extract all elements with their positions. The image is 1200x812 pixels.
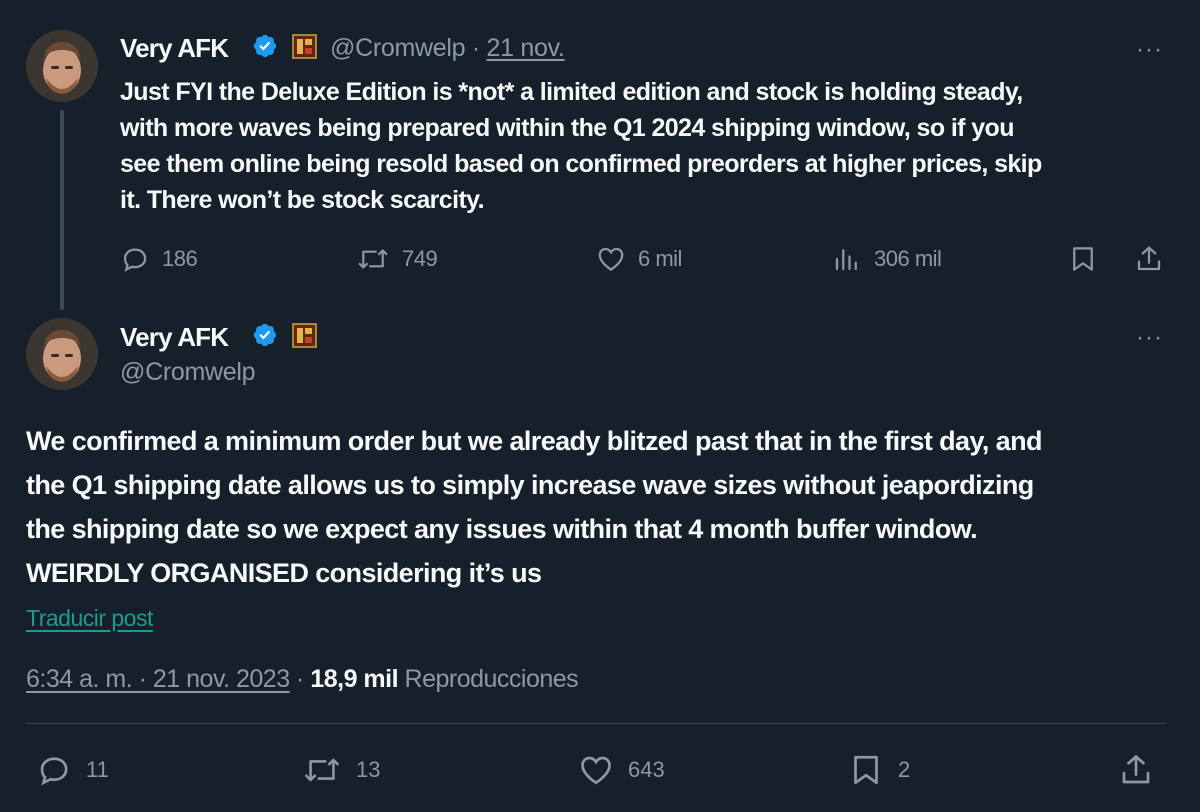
heart-icon [581, 756, 611, 785]
author-handle[interactable]: @Cromwelp [330, 34, 466, 62]
like-button[interactable]: 6 mil [596, 244, 682, 274]
reply-count: 11 [86, 757, 109, 782]
reply-count: 186 [162, 246, 198, 271]
analytics-icon [835, 249, 857, 271]
bookmark-icon [854, 755, 878, 785]
avatar[interactable] [26, 318, 98, 390]
meta-separator: · [465, 34, 487, 62]
more-options-button[interactable]: ··· [1136, 38, 1163, 62]
repost-count: 13 [356, 757, 381, 782]
bookmark-button[interactable]: 2 [848, 752, 910, 788]
repost-button[interactable]: 13 [302, 752, 380, 788]
repost-icon [304, 758, 340, 782]
tweet-text: Just FYI the Deluxe Edition is *not* a l… [120, 74, 1180, 218]
game-affiliate-icon[interactable] [292, 323, 317, 348]
tweet-text-line: with more waves being prepared within th… [120, 114, 1015, 142]
author-handle[interactable]: @Cromwelp [120, 358, 256, 387]
views-count: 306 mil [874, 246, 942, 271]
like-button[interactable]: 643 [578, 752, 665, 788]
reply-icon [40, 757, 68, 786]
avatar[interactable] [26, 30, 98, 102]
tweet-meta: 6:34 a. m. · 21 nov. 2023 · 18,9 mil Rep… [26, 665, 579, 694]
reply-icon [123, 248, 147, 272]
share-icon [1137, 246, 1161, 271]
share-button[interactable] [1118, 752, 1154, 788]
game-affiliate-icon[interactable] [292, 34, 317, 59]
translate-post-link[interactable]: Traducir post [26, 605, 153, 632]
views-button[interactable]: 306 mil [832, 244, 942, 274]
share-button[interactable] [1134, 244, 1164, 274]
tweet-text-line: We confirmed a minimum order but we alre… [26, 426, 1042, 456]
thread-connector-line [60, 110, 64, 310]
tweet-text-line: see them online being resold based on co… [120, 150, 1042, 178]
tweet-text-line: Just FYI the Deluxe Edition is *not* a l… [120, 78, 1023, 106]
tweet-text-line: the shipping date so we expect any issue… [26, 514, 978, 544]
tweet-text-line: WEIRDLY ORGANISED considering it’s us [26, 558, 542, 588]
like-count: 6 mil [638, 246, 682, 271]
repost-button[interactable]: 749 [356, 244, 438, 274]
tweet-text-line: it. There won’t be stock scarcity. [120, 186, 485, 214]
more-options-button[interactable]: ··· [1136, 326, 1163, 350]
bookmark-icon [1073, 247, 1093, 271]
repost-icon [358, 249, 388, 269]
divider [26, 723, 1166, 724]
author-name[interactable]: Very AFK [120, 33, 229, 64]
bookmark-count: 2 [898, 757, 911, 782]
heart-icon [598, 247, 624, 271]
bookmark-button[interactable] [1068, 244, 1098, 274]
share-icon [1122, 755, 1150, 784]
verified-badge-icon [252, 322, 278, 348]
views-total: 18,9 mil [310, 665, 399, 693]
tweet-text: We confirmed a minimum order but we alre… [26, 419, 1186, 595]
tweet-text-line: the Q1 shipping date allows us to simply… [26, 470, 1034, 500]
tweet-date[interactable]: 21 nov. [487, 34, 565, 62]
author-name[interactable]: Very AFK [120, 322, 229, 353]
views-label: Reproducciones [398, 665, 579, 693]
repost-count: 749 [402, 246, 438, 271]
verified-badge-icon [252, 33, 278, 59]
reply-button[interactable]: 11 [36, 752, 109, 788]
like-count: 643 [628, 757, 665, 782]
reply-button[interactable]: 186 [120, 244, 198, 274]
meta-separator: · [289, 665, 311, 693]
tweet-timestamp[interactable]: 6:34 a. m. · 21 nov. 2023 [26, 665, 290, 693]
handle-and-date: @Cromwelp · 21 nov. [330, 34, 565, 63]
